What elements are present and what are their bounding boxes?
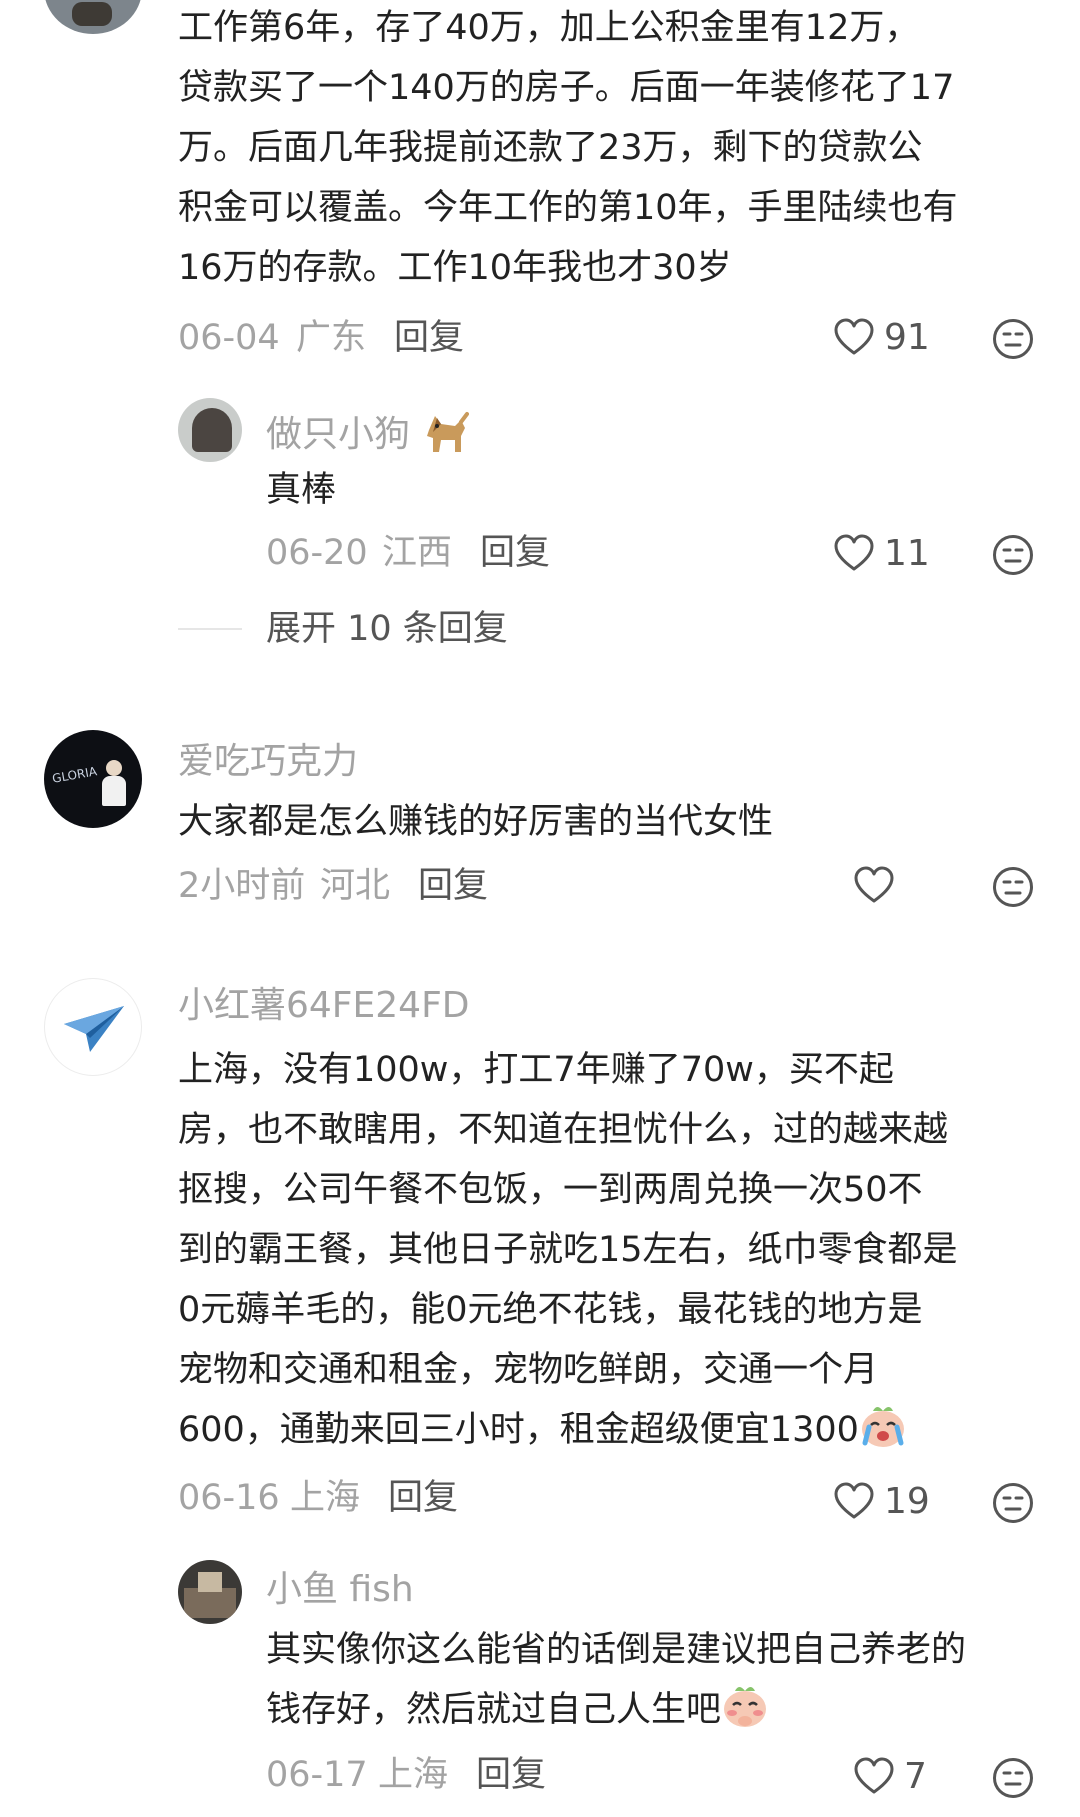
- avatar-text: GLORIA: [51, 764, 98, 786]
- like-button[interactable]: [854, 866, 904, 906]
- heart-icon: [854, 1757, 894, 1797]
- reply-date: 06-20: [266, 533, 368, 573]
- reply-button[interactable]: 回复: [394, 321, 464, 356]
- reply-button[interactable]: 回复: [388, 1481, 458, 1516]
- like-button[interactable]: 7: [854, 1757, 927, 1797]
- reply-location: 江西: [382, 533, 453, 573]
- username[interactable]: 小红薯64FE24FD: [178, 988, 470, 1024]
- reply-button[interactable]: 回复: [476, 1758, 546, 1793]
- reply-button[interactable]: 回复: [480, 536, 550, 571]
- expand-replies-button[interactable]: 展开 10 条回复: [266, 612, 508, 647]
- paper-plane-icon: [64, 1006, 124, 1052]
- comment-location: 河北: [320, 866, 391, 906]
- username[interactable]: 做只小狗: [266, 410, 470, 454]
- dislike-icon[interactable]: [992, 534, 1034, 576]
- like-count: 91: [884, 317, 930, 358]
- comment-location: 广东: [296, 318, 367, 358]
- reply-date: 06-17: [266, 1755, 368, 1795]
- comment-date: 06-04: [178, 318, 280, 358]
- comment-date: 06-16: [178, 1478, 280, 1518]
- comment-date: 2小时前: [178, 866, 306, 906]
- crying-face-icon: [861, 1407, 904, 1447]
- username[interactable]: 小鱼 fish: [266, 1572, 414, 1608]
- like-button[interactable]: 11: [834, 534, 930, 574]
- username[interactable]: 爱吃巧克力: [178, 744, 358, 780]
- dislike-icon[interactable]: [992, 1482, 1034, 1524]
- heart-icon: [834, 318, 874, 358]
- heart-icon: [854, 866, 894, 906]
- like-button[interactable]: 91: [834, 318, 930, 358]
- avatar[interactable]: GLORIA: [44, 730, 142, 828]
- reply-button[interactable]: 回复: [418, 869, 488, 904]
- avatar[interactable]: [178, 1560, 242, 1624]
- heart-icon: [834, 1482, 874, 1522]
- dog-emoji-icon: [427, 412, 470, 452]
- comment-text: 大家都是怎么赚钱的好厉害的当代女性: [178, 802, 774, 842]
- heart-icon: [834, 534, 874, 574]
- avatar[interactable]: [178, 398, 242, 462]
- like-count: 7: [904, 1756, 927, 1797]
- comment-location: 上海: [290, 1478, 361, 1518]
- reply-text: 其实像你这么能省的话倒是建议把自己养老的 钱存好，然后就过自己人生吧: [266, 1630, 967, 1730]
- divider: [178, 628, 242, 630]
- dislike-icon[interactable]: [992, 318, 1034, 360]
- dislike-icon[interactable]: [992, 866, 1034, 908]
- reply-location: 上海: [378, 1755, 449, 1795]
- comment-text: 上海，没有100w，打工7年赚了70w，买不起 房，也不敢瞎用，不知道在担忧什么…: [178, 1050, 958, 1450]
- avatar[interactable]: [44, 0, 142, 34]
- like-count: 19: [884, 1481, 930, 1522]
- dislike-icon[interactable]: [992, 1757, 1034, 1799]
- like-button[interactable]: 19: [834, 1482, 930, 1522]
- avatar[interactable]: [44, 978, 142, 1076]
- comment-text: 工作第6年，存了40万，加上公积金里有12万， 贷款买了一个140万的房子。后面…: [178, 8, 958, 288]
- shy-face-icon: [724, 1687, 767, 1727]
- like-count: 11: [884, 533, 930, 574]
- reply-text: 真棒: [266, 470, 337, 510]
